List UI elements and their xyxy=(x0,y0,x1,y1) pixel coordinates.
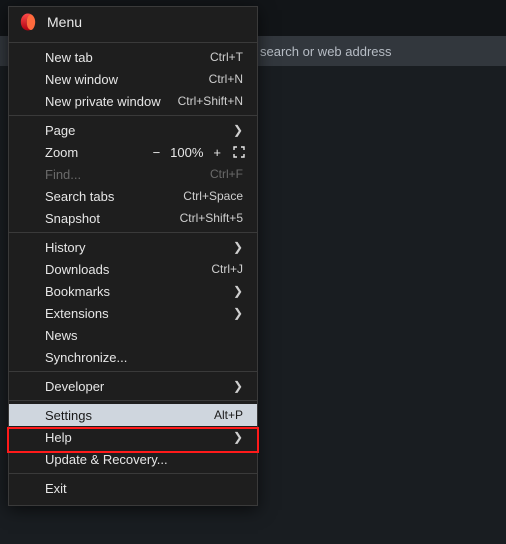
menu-item-news[interactable]: News xyxy=(9,324,257,346)
menu-separator xyxy=(9,42,257,43)
menu-item-extensions[interactable]: Extensions ❯ xyxy=(9,302,257,324)
menu-item-label: Synchronize... xyxy=(45,350,243,365)
menu-item-zoom: Zoom − 100% + xyxy=(9,141,257,163)
menu-title: Menu xyxy=(47,14,82,30)
menu-item-exit[interactable]: Exit xyxy=(9,477,257,499)
menu-header: Menu xyxy=(9,7,257,39)
zoom-in-button[interactable]: + xyxy=(211,145,223,160)
menu-item-shortcut: Ctrl+Space xyxy=(183,189,243,203)
menu-item-label: Snapshot xyxy=(45,211,180,226)
menu-item-label: New private window xyxy=(45,94,178,109)
chevron-right-icon: ❯ xyxy=(233,430,243,444)
menu-item-downloads[interactable]: Downloads Ctrl+J xyxy=(9,258,257,280)
zoom-controls: − 100% + xyxy=(151,145,247,160)
chevron-right-icon: ❯ xyxy=(233,123,243,137)
menu-item-shortcut: Ctrl+Shift+5 xyxy=(180,211,243,225)
chevron-right-icon: ❯ xyxy=(233,284,243,298)
menu-item-label: Find... xyxy=(45,167,210,182)
menu-item-label: Zoom xyxy=(45,145,151,160)
menu-separator xyxy=(9,400,257,401)
menu-item-label: Search tabs xyxy=(45,189,183,204)
main-menu: Menu New tab Ctrl+T New window Ctrl+N Ne… xyxy=(8,6,258,506)
fullscreen-icon[interactable] xyxy=(231,146,247,158)
menu-item-new-private-window[interactable]: New private window Ctrl+Shift+N xyxy=(9,90,257,112)
menu-item-history[interactable]: History ❯ xyxy=(9,236,257,258)
menu-item-shortcut: Ctrl+Shift+N xyxy=(178,94,243,108)
menu-item-update-recovery[interactable]: Update & Recovery... xyxy=(9,448,257,470)
menu-item-label: History xyxy=(45,240,233,255)
menu-item-label: Downloads xyxy=(45,262,211,277)
menu-item-label: Extensions xyxy=(45,306,233,321)
menu-item-bookmarks[interactable]: Bookmarks ❯ xyxy=(9,280,257,302)
menu-separator xyxy=(9,232,257,233)
chevron-right-icon: ❯ xyxy=(233,379,243,393)
menu-item-label: Help xyxy=(45,430,233,445)
menu-item-shortcut: Ctrl+F xyxy=(210,167,243,181)
menu-item-shortcut: Alt+P xyxy=(214,408,243,422)
menu-item-new-tab[interactable]: New tab Ctrl+T xyxy=(9,46,257,68)
menu-item-find: Find... Ctrl+F xyxy=(9,163,257,185)
menu-item-label: Bookmarks xyxy=(45,284,233,299)
menu-item-label: New tab xyxy=(45,50,210,65)
menu-separator xyxy=(9,473,257,474)
menu-item-label: Update & Recovery... xyxy=(45,452,243,467)
menu-item-shortcut: Ctrl+N xyxy=(209,72,243,86)
menu-item-label: New window xyxy=(45,72,209,87)
menu-item-snapshot[interactable]: Snapshot Ctrl+Shift+5 xyxy=(9,207,257,229)
menu-item-new-window[interactable]: New window Ctrl+N xyxy=(9,68,257,90)
menu-separator xyxy=(9,115,257,116)
address-bar-placeholder: search or web address xyxy=(260,44,392,59)
menu-separator xyxy=(9,371,257,372)
menu-item-synchronize[interactable]: Synchronize... xyxy=(9,346,257,368)
menu-item-shortcut: Ctrl+J xyxy=(211,262,243,276)
zoom-out-button[interactable]: − xyxy=(151,145,163,160)
menu-item-developer[interactable]: Developer ❯ xyxy=(9,375,257,397)
menu-item-help[interactable]: Help ❯ xyxy=(9,426,257,448)
menu-item-shortcut: Ctrl+T xyxy=(210,50,243,64)
menu-item-label: Settings xyxy=(45,408,214,423)
menu-item-label: Page xyxy=(45,123,233,138)
chevron-right-icon: ❯ xyxy=(233,306,243,320)
menu-item-page[interactable]: Page ❯ xyxy=(9,119,257,141)
menu-item-label: News xyxy=(45,328,243,343)
menu-item-search-tabs[interactable]: Search tabs Ctrl+Space xyxy=(9,185,257,207)
menu-item-label: Exit xyxy=(45,481,243,496)
menu-item-label: Developer xyxy=(45,379,233,394)
menu-item-settings[interactable]: Settings Alt+P xyxy=(9,404,257,426)
opera-logo-icon xyxy=(19,13,37,31)
zoom-value: 100% xyxy=(170,145,203,160)
chevron-right-icon: ❯ xyxy=(233,240,243,254)
